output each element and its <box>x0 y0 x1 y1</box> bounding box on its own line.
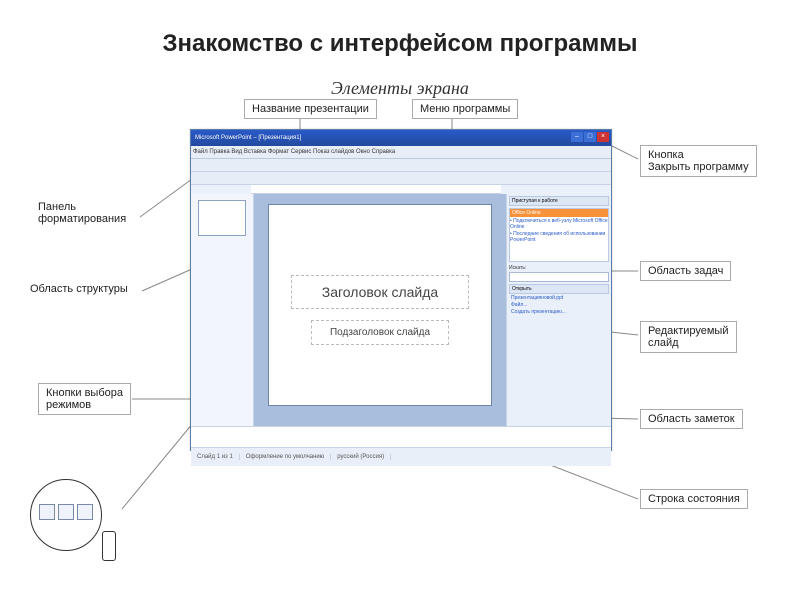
label-status-bar: Строка состояния <box>640 489 748 509</box>
formatting-toolbar[interactable] <box>191 172 611 185</box>
view-buttons-zoom <box>30 479 120 553</box>
label-view-buttons: Кнопки выбора режимов <box>38 383 131 415</box>
app-window: Microsoft PowerPoint – [Презентация1] – … <box>190 129 612 451</box>
ruler <box>251 185 501 194</box>
window-buttons: – □ × <box>571 132 609 142</box>
open-header: Открыть <box>509 284 609 294</box>
label-outline-area: Область структуры <box>30 283 128 295</box>
office-online-box: Office Online • Подключиться к веб-узлу … <box>509 208 609 262</box>
close-button[interactable]: × <box>597 132 609 142</box>
status-slide-count: Слайд 1 из 1 <box>191 454 240 460</box>
search-label: Искать: <box>509 265 609 271</box>
sorter-view-icon[interactable] <box>58 504 74 520</box>
notes-area[interactable] <box>191 426 611 447</box>
magnifier-handle-icon <box>102 531 116 561</box>
label-close-button: Кнопка Закрыть программу <box>640 145 757 177</box>
outline-pane[interactable] <box>191 194 254 426</box>
maximize-button[interactable]: □ <box>584 132 596 142</box>
annotated-diagram: Microsoft PowerPoint – [Презентация1] – … <box>0 99 800 559</box>
menu-bar[interactable]: Файл Правка Вид Вставка Формат Сервис По… <box>191 146 611 159</box>
status-bar: Слайд 1 из 1 Оформление по умолчанию рус… <box>191 447 611 466</box>
label-formatting-panel: Панель форматирования <box>38 201 126 225</box>
label-presentation-title: Название презентации <box>244 99 377 119</box>
normal-view-icon[interactable] <box>39 504 55 520</box>
editable-slide[interactable]: Заголовок слайда Подзаголовок слайда <box>268 204 492 406</box>
recent-file-2[interactable]: Файл... <box>511 302 607 308</box>
minimize-button[interactable]: – <box>571 132 583 142</box>
label-task-pane: Область задач <box>640 261 731 281</box>
label-editable-slide: Редактируемый слайд <box>640 321 737 353</box>
task-pane-header: Приступая к работе <box>509 196 609 206</box>
title-bar: Microsoft PowerPoint – [Презентация1] – … <box>191 130 611 146</box>
slide-thumbnail[interactable] <box>198 200 246 236</box>
office-link-2[interactable]: • Последние сведения об использовании Po… <box>510 231 608 243</box>
task-pane[interactable]: Приступая к работе Office Online • Подкл… <box>506 194 611 426</box>
recent-file-1[interactable]: Презентацияновой.ppt <box>511 295 607 301</box>
office-online-header: Office Online <box>510 209 608 217</box>
slideshow-view-icon[interactable] <box>77 504 93 520</box>
open-section: Открыть Презентацияновой.ppt Файл... Соз… <box>509 284 609 315</box>
page-title: Знакомство с интерфейсом программы <box>0 0 800 58</box>
create-presentation-link[interactable]: Создать презентацию... <box>511 309 607 315</box>
search-input[interactable] <box>509 272 609 282</box>
zoom-circle <box>30 479 102 551</box>
office-link-1[interactable]: • Подключиться к веб-узлу Microsoft Offi… <box>510 218 608 230</box>
slide-area: Заголовок слайда Подзаголовок слайда <box>254 194 506 426</box>
slide-title-placeholder[interactable]: Заголовок слайда <box>291 275 469 309</box>
label-notes-area: Область заметок <box>640 409 743 429</box>
app-title: Microsoft PowerPoint – [Презентация1] <box>195 135 301 141</box>
slide-subtitle-placeholder[interactable]: Подзаголовок слайда <box>311 320 449 345</box>
status-language: русский (Россия) <box>331 454 391 460</box>
status-design: Оформление по умолчанию <box>240 454 331 460</box>
standard-toolbar[interactable] <box>191 159 611 172</box>
page-subtitle: Элементы экрана <box>0 78 800 99</box>
label-menu: Меню программы <box>412 99 518 119</box>
